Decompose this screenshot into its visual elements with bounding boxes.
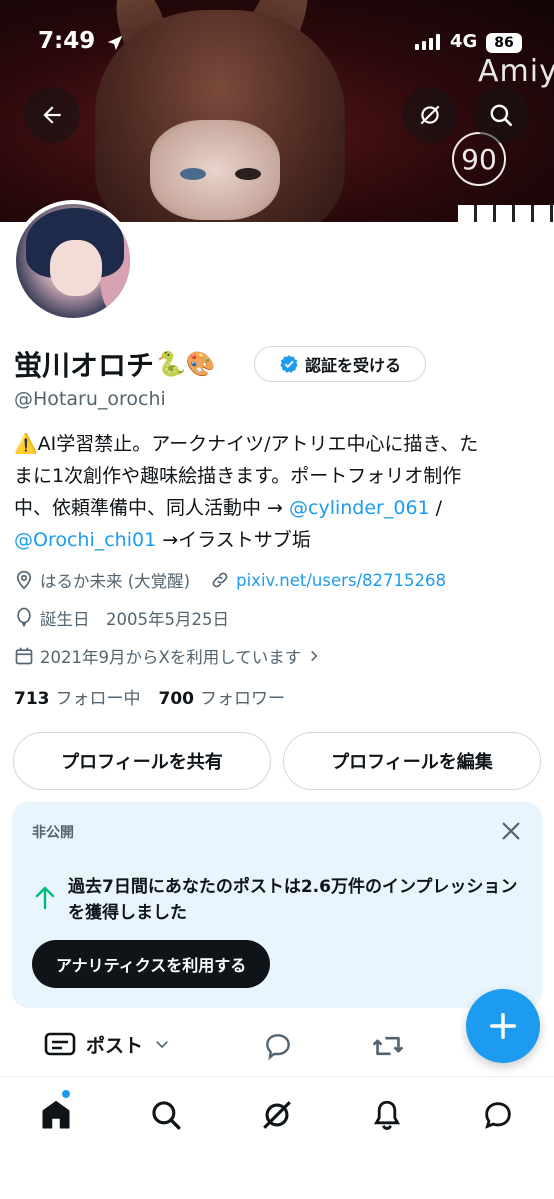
search-button[interactable] — [473, 87, 529, 143]
signal-icon — [415, 34, 440, 50]
use-analytics-button[interactable]: アナリティクスを利用する — [32, 940, 271, 988]
nav-messages[interactable] — [478, 1095, 518, 1135]
edit-profile-button[interactable]: プロフィールを編集 — [283, 732, 541, 790]
avatar-art — [50, 240, 102, 296]
bell-icon — [373, 1100, 401, 1130]
following-count: 713 — [14, 689, 50, 709]
location-pin-icon — [16, 570, 32, 590]
get-verified-button[interactable]: 認証を受ける — [254, 346, 426, 382]
location-arrow-icon — [107, 35, 123, 51]
plus-icon — [490, 1013, 516, 1039]
nav-search[interactable] — [146, 1095, 186, 1135]
following-stat[interactable]: 713 フォロー中 — [14, 684, 141, 709]
followers-stat[interactable]: 700 フォロワー — [159, 684, 286, 709]
profile-name-row: 蛍川オロチ 🐍🎨 — [14, 344, 216, 384]
bio-line: @Orochi_chi01 →イラストサブ垢 — [14, 524, 544, 556]
tab-replies[interactable] — [262, 1030, 294, 1062]
bio-text: 中、依頼準備中、同人活動中 → — [14, 497, 289, 519]
message-icon — [485, 1102, 511, 1129]
chevron-right-icon — [311, 650, 318, 662]
calendar-icon — [15, 647, 33, 665]
repost-icon — [372, 1036, 404, 1056]
profile-website-link[interactable]: pixiv.net/users/82715268 — [236, 571, 446, 590]
search-icon — [490, 104, 513, 127]
private-tag: 非公開 — [32, 825, 74, 841]
bio-text: →イラストサブ垢 — [156, 529, 311, 551]
verify-label: 認証を受ける — [304, 356, 401, 375]
back-button[interactable] — [24, 87, 80, 143]
nav-grok[interactable] — [257, 1095, 297, 1135]
profile-handle: @Hotaru_orochi — [14, 388, 166, 410]
share-profile-button[interactable]: プロフィールを共有 — [13, 732, 271, 790]
impressions-message: 過去7日間にあなたのポストは2.6万件のインプレッションを獲得しました — [68, 877, 518, 923]
close-icon[interactable] — [500, 820, 522, 842]
profile-meta-row: はるか未来 (大覚醒) pixiv.net/users/82715268 — [14, 568, 446, 592]
tab-reposts[interactable] — [371, 1030, 405, 1062]
profile-location: はるか未来 (大覚醒) — [40, 572, 191, 591]
posts-icon — [44, 1032, 76, 1056]
grok-button[interactable] — [402, 87, 458, 143]
reply-icon — [266, 1034, 290, 1061]
bio-line: 中、依頼準備中、同人活動中 → @cylinder_061 / — [14, 492, 544, 524]
profile-meta-row: 誕生日 2005年5月25日 — [14, 606, 229, 630]
nav-home[interactable] — [36, 1095, 76, 1135]
back-arrow-icon — [43, 106, 61, 124]
bio-mention-link[interactable]: @cylinder_061 — [289, 497, 430, 519]
status-bar: 7:49 4G 86 — [0, 24, 554, 64]
analytics-card: 非公開 過去7日間にあなたのポストは2.6万件のインプレッションを獲得しました … — [12, 802, 542, 1008]
network-type: 4G — [450, 31, 478, 52]
bottom-navigation — [0, 1076, 554, 1199]
bio-text: / — [429, 497, 443, 519]
bio-line: まに1次創作や趣味絵描きます。ポートフォリオ制作 — [14, 465, 462, 487]
chevron-down-icon — [156, 1041, 168, 1049]
grok-icon — [420, 105, 440, 125]
home-notification-dot — [62, 1090, 70, 1098]
balloon-icon — [17, 607, 31, 628]
status-time: 7:49 — [38, 28, 96, 54]
banner-art — [180, 168, 206, 180]
profile-bio: ⚠️AI学習禁止。アークナイツ/アトリエ中心に描き、た まに1次創作や趣味絵描き… — [14, 428, 544, 556]
link-icon — [212, 572, 228, 588]
banner-art — [458, 205, 554, 222]
verified-badge-icon — [280, 355, 298, 373]
avatar[interactable] — [12, 200, 134, 322]
banner-art — [235, 168, 261, 180]
profile-joined: 2021年9月からXを利用しています — [40, 648, 302, 667]
banner-art — [150, 120, 280, 220]
follow-stats: 713 フォロー中 700 フォロワー — [14, 684, 285, 709]
tab-posts[interactable]: ポスト — [44, 1030, 171, 1058]
followers-count: 700 — [158, 689, 195, 709]
tab-posts-label: ポスト — [86, 1034, 144, 1057]
name-emoji: 🐍🎨 — [156, 350, 216, 378]
nav-notifications[interactable] — [367, 1095, 407, 1135]
profile-birthday: 誕生日 2005年5月25日 — [40, 610, 229, 629]
bio-line: ⚠️AI学習禁止。アークナイツ/アトリエ中心に描き、た — [14, 433, 479, 455]
bio-mention-link[interactable]: @Orochi_chi01 — [14, 529, 156, 551]
battery-icon: 86 — [486, 33, 522, 53]
compose-post-button[interactable] — [466, 989, 540, 1063]
search-icon — [152, 1101, 181, 1130]
grok-icon — [263, 1101, 291, 1129]
profile-name: 蛍川オロチ — [14, 349, 155, 382]
home-icon — [42, 1100, 70, 1129]
arrow-up-icon — [35, 886, 55, 910]
following-label: フォロー中 — [55, 689, 141, 709]
followers-label: フォロワー — [200, 689, 285, 709]
profile-meta-row[interactable]: 2021年9月からXを利用しています — [14, 644, 321, 668]
